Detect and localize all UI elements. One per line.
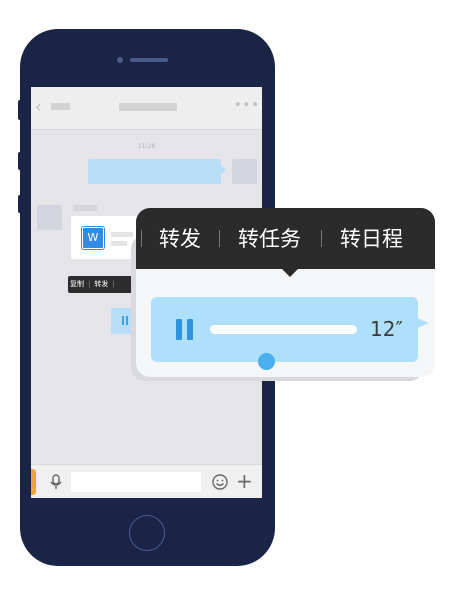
more-dots-icon[interactable]: ••• (234, 98, 260, 114)
menu-pointer (281, 268, 299, 277)
emoji-icon[interactable] (211, 473, 229, 491)
outgoing-message-bubble[interactable] (88, 159, 221, 184)
voice-message-bubble[interactable]: 12″ (151, 297, 418, 362)
bubble-tail (220, 165, 226, 175)
chevron-left-icon[interactable]: ‹ (35, 97, 41, 117)
microphone-icon[interactable] (47, 473, 65, 491)
sender-name-placeholder (73, 205, 97, 211)
menu-separator: | (112, 280, 115, 288)
menu-separator (141, 230, 142, 247)
file-size-placeholder (111, 241, 127, 246)
menu-item-copy[interactable]: 复制 (68, 280, 86, 288)
pause-icon (122, 316, 124, 325)
message-input[interactable] (71, 472, 201, 492)
avatar-self[interactable] (232, 159, 257, 184)
avatar-contact[interactable] (37, 205, 62, 230)
context-menu: 转发 转任务 转日程 (136, 208, 435, 269)
input-mode-tab[interactable] (31, 469, 36, 495)
menu-item-forward[interactable]: 转发 (159, 224, 201, 254)
menu-item-to-task[interactable]: 转任务 (238, 224, 301, 254)
zoom-callout: 转发 转任务 转日程 12″ (136, 208, 435, 377)
selection-drag-handle[interactable] (258, 353, 275, 370)
word-file-icon: W (81, 226, 105, 250)
pause-icon[interactable] (176, 319, 196, 340)
chat-title-placeholder (119, 103, 177, 111)
menu-item-forward[interactable]: 转发 (92, 280, 110, 288)
home-button[interactable] (129, 515, 165, 551)
playback-progress-bar[interactable] (210, 325, 357, 334)
menu-separator (219, 230, 220, 247)
plus-icon[interactable]: + (236, 469, 253, 493)
voice-duration: 12″ (370, 317, 403, 341)
chat-input-bar: + (31, 464, 262, 498)
file-name-placeholder (111, 232, 133, 237)
message-timestamp: 11:26 (137, 143, 156, 150)
menu-separator (321, 230, 322, 247)
chat-navbar: ‹ ••• (31, 87, 262, 130)
menu-item-to-schedule[interactable]: 转日程 (340, 224, 403, 254)
front-camera (117, 57, 123, 63)
earpiece-speaker (130, 58, 168, 62)
bubble-tail (417, 318, 429, 328)
back-label-placeholder (51, 103, 70, 110)
